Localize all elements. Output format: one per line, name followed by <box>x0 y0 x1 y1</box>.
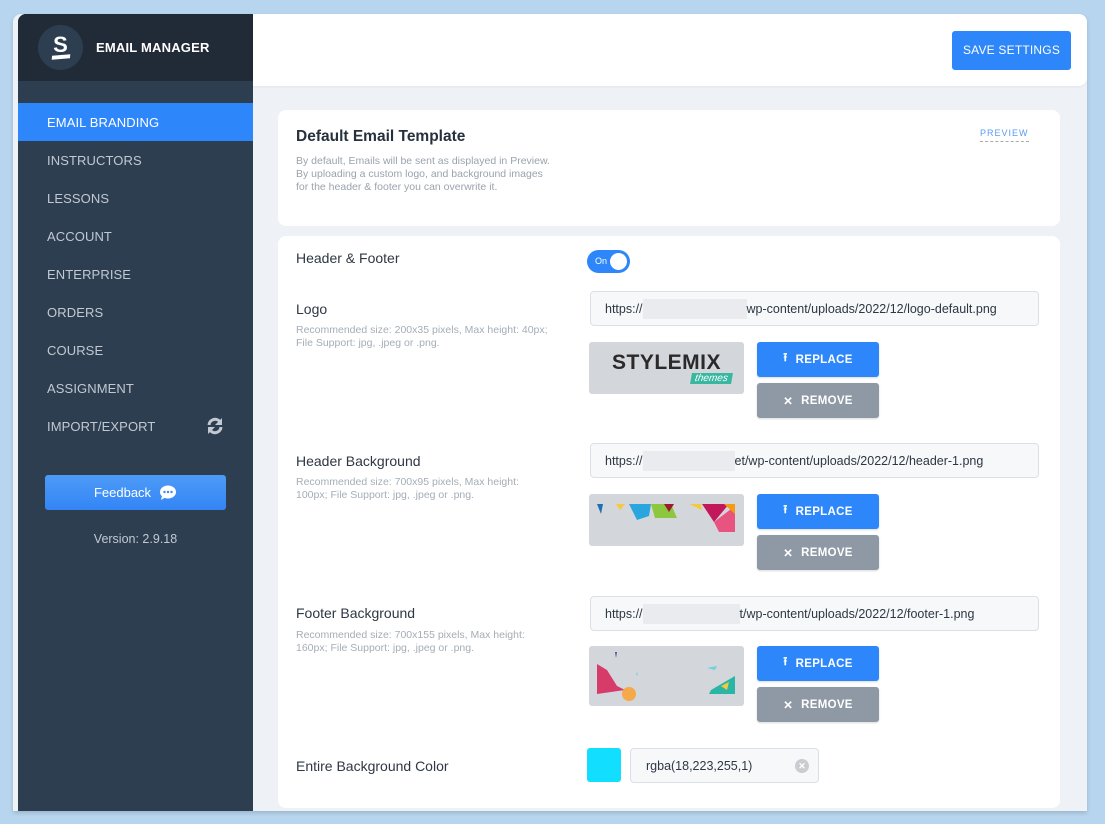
footer-bg-thumbnail <box>589 646 744 706</box>
close-icon: ✕ <box>783 547 794 560</box>
top-bar: SAVE SETTINGS <box>253 14 1087 86</box>
clear-icon[interactable]: ✕ <box>795 759 809 773</box>
header-bg-remove-button[interactable]: ✕ REMOVE <box>757 535 879 570</box>
redacted-domain <box>642 450 735 471</box>
url-suffix: et/wp-content/uploads/2022/12/header-1.p… <box>734 453 984 468</box>
sidebar-item-label: ORDERS <box>47 304 104 320</box>
logo-remove-button[interactable]: ✕ REMOVE <box>757 383 879 418</box>
feedback-button[interactable]: Feedback <box>45 475 226 510</box>
footer-bg-remove-button[interactable]: ✕ REMOVE <box>757 687 879 722</box>
header-bg-description: Recommended size: 700x95 pixels, Max hei… <box>296 476 519 501</box>
card-description: By default, Emails will be sent as displ… <box>296 155 550 193</box>
header-footer-toggle[interactable]: On <box>587 250 630 273</box>
sync-icon <box>207 417 223 435</box>
upload-icon: ⭱ <box>783 656 788 668</box>
sidebar-header: S EMAIL MANAGER <box>18 14 253 81</box>
save-settings-button[interactable]: SAVE SETTINGS <box>952 30 1071 70</box>
sidebar-item-course[interactable]: COURSE <box>18 331 253 369</box>
header-footer-label: Header & Footer <box>296 250 400 266</box>
logo-replace-button[interactable]: ⭱ REPLACE <box>757 342 879 377</box>
replace-label: REPLACE <box>795 353 853 366</box>
header-bg-replace-button[interactable]: ⭱ REPLACE <box>757 494 879 529</box>
close-icon: ✕ <box>783 395 794 408</box>
app-title: EMAIL MANAGER <box>96 40 210 55</box>
upload-icon: ⭱ <box>783 504 788 516</box>
logo-thumb-text: STYLEMIX <box>611 350 721 374</box>
feedback-label: Feedback <box>93 485 152 500</box>
sidebar-item-account[interactable]: ACCOUNT <box>18 217 253 255</box>
sidebar-item-label: EMAIL BRANDING <box>47 114 160 130</box>
url-suffix: t/wp-content/uploads/2022/12/footer-1.pn… <box>739 606 975 621</box>
url-prefix: https:// <box>605 453 643 468</box>
sidebar: S EMAIL MANAGER EMAIL BRANDING INSTRUCTO… <box>18 14 253 811</box>
sidebar-item-email-branding[interactable]: EMAIL BRANDING <box>18 103 253 141</box>
chat-bubble-icon <box>160 485 177 500</box>
template-card: Default Email Template By default, Email… <box>278 110 1060 226</box>
card-title: Default Email Template <box>296 128 466 145</box>
logo-url-input[interactable]: https:// wp-content/uploads/2022/12/logo… <box>590 291 1039 326</box>
sidebar-item-label: ACCOUNT <box>47 228 112 244</box>
sidebar-item-label: INSTRUCTORS <box>47 152 142 168</box>
toggle-text: On <box>595 256 608 266</box>
app-window: S EMAIL MANAGER EMAIL BRANDING INSTRUCTO… <box>13 14 1087 811</box>
redacted-domain <box>642 298 747 319</box>
sidebar-item-instructors[interactable]: INSTRUCTORS <box>18 141 253 179</box>
background-color-label: Entire Background Color <box>296 758 449 774</box>
main-content: SAVE SETTINGS Default Email Template By … <box>253 14 1087 811</box>
remove-label: REMOVE <box>801 546 853 559</box>
sidebar-item-enterprise[interactable]: ENTERPRISE <box>18 255 253 293</box>
footer-bg-label: Footer Background <box>296 605 416 621</box>
redacted-domain <box>642 603 740 624</box>
logo-thumb-subtext: themes <box>690 372 733 384</box>
replace-label: REPLACE <box>795 657 853 670</box>
url-suffix: wp-content/uploads/2022/12/logo-default.… <box>746 301 997 316</box>
sidebar-item-lessons[interactable]: LESSONS <box>18 179 253 217</box>
sidebar-item-import-export[interactable]: IMPORT/EXPORT <box>18 407 253 445</box>
footer-bg-url-input[interactable]: https:// t/wp-content/uploads/2022/12/fo… <box>590 596 1039 631</box>
sidebar-nav: EMAIL BRANDING INSTRUCTORS LESSONS ACCOU… <box>18 103 253 445</box>
version-text: Version: 2.9.18 <box>93 532 178 546</box>
url-prefix: https:// <box>605 606 643 621</box>
stylemix-logo-icon: S <box>38 25 83 70</box>
preview-link[interactable]: PREVIEW <box>980 128 1029 142</box>
header-bg-thumbnail <box>589 494 744 546</box>
header-bg-url-input[interactable]: https:// et/wp-content/uploads/2022/12/h… <box>590 443 1039 478</box>
sidebar-item-label: ASSIGNMENT <box>47 380 134 396</box>
footer-bg-replace-button[interactable]: ⭱ REPLACE <box>757 646 879 681</box>
logo-description: Recommended size: 200x35 pixels, Max hei… <box>296 324 548 349</box>
sidebar-item-orders[interactable]: ORDERS <box>18 293 253 331</box>
background-color-input[interactable]: rgba(18,223,255,1) ✕ <box>630 748 819 783</box>
remove-label: REMOVE <box>801 698 853 711</box>
sidebar-item-label: ENTERPRISE <box>47 266 132 282</box>
upload-icon: ⭱ <box>783 352 788 364</box>
toggle-knob <box>610 253 627 270</box>
close-icon: ✕ <box>783 699 794 712</box>
logo-thumbnail: STYLEMIX themes <box>589 342 744 394</box>
settings-card: Header & Footer On Logo Recommended size… <box>278 236 1060 808</box>
sidebar-item-label: IMPORT/EXPORT <box>47 418 156 434</box>
sidebar-item-assignment[interactable]: ASSIGNMENT <box>18 369 253 407</box>
logo-label: Logo <box>296 301 328 317</box>
footer-bg-description: Recommended size: 700x155 pixels, Max he… <box>296 629 525 654</box>
replace-label: REPLACE <box>795 505 853 518</box>
remove-label: REMOVE <box>801 394 853 407</box>
header-bg-label: Header Background <box>296 453 421 469</box>
url-prefix: https:// <box>605 301 643 316</box>
sidebar-item-label: COURSE <box>47 342 104 358</box>
sidebar-item-label: LESSONS <box>47 190 110 206</box>
color-value: rgba(18,223,255,1) <box>646 758 753 773</box>
color-swatch[interactable] <box>587 748 621 782</box>
